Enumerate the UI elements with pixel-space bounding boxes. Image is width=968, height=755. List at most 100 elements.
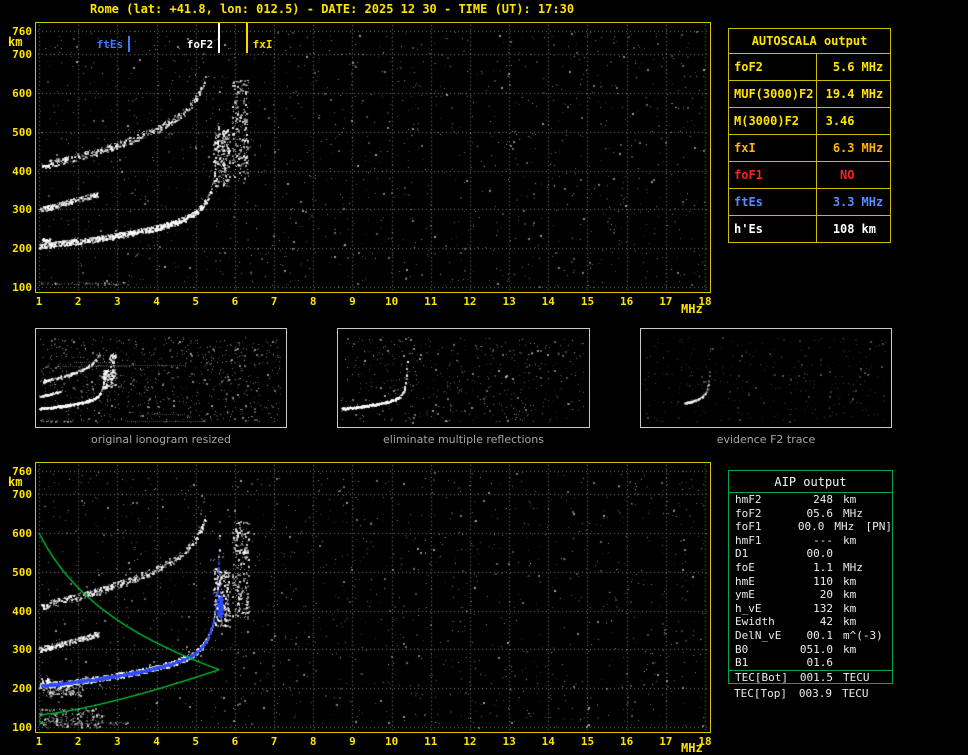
table-row: foF1 NO bbox=[729, 161, 890, 188]
x-axis-tick: 11 bbox=[424, 735, 438, 748]
param-extra bbox=[875, 643, 892, 657]
table-row: ftEs 3.3 MHz bbox=[729, 188, 890, 215]
param-extra bbox=[875, 547, 892, 561]
param-label: hmE bbox=[735, 574, 755, 588]
param-unit: m^(-3) bbox=[843, 628, 883, 642]
x-axis-tick: 10 bbox=[384, 295, 399, 308]
param-value: 132 bbox=[813, 601, 833, 615]
x-axis-tick: 8 bbox=[309, 735, 317, 748]
param-value: 00.0 bbox=[797, 520, 825, 534]
table-row: MUF(3000)F2 19.4 MHz bbox=[729, 80, 890, 107]
table-row: h'Es 108 km bbox=[729, 215, 890, 242]
param-unit: TECU bbox=[843, 670, 870, 684]
param-label: B1 bbox=[735, 656, 749, 670]
param-value: 001.5 bbox=[799, 670, 833, 684]
y-axis-tick: 600 bbox=[12, 527, 32, 541]
x-axis-tick: 5 bbox=[192, 735, 200, 748]
param-extra bbox=[875, 493, 892, 507]
table-row: D1 00.0 bbox=[729, 547, 892, 561]
x-axis-tick: 3 bbox=[114, 295, 121, 308]
x-axis-tick: 7 bbox=[270, 735, 278, 748]
param-value: 051.0 bbox=[799, 642, 833, 656]
param-unit: MHz bbox=[861, 87, 884, 101]
x-axis-tick: 1 bbox=[35, 735, 43, 748]
table-row: hmF2 248 km bbox=[729, 493, 892, 507]
param-extra bbox=[875, 656, 892, 670]
param-value: 108 bbox=[832, 222, 855, 236]
table-row: M(3000)F2 3.46 bbox=[729, 107, 890, 134]
param-extra bbox=[875, 507, 892, 521]
param-label: M(3000)F2 bbox=[729, 108, 817, 134]
param-unit bbox=[833, 547, 875, 561]
aip-table: AIP output hmF2 248 km foF2 05.6 MHz foF1 00.… bbox=[728, 470, 893, 701]
y-axis-tick: 760 bbox=[12, 465, 32, 478]
x-axis-tick: 13 bbox=[502, 735, 516, 748]
param-label: foE bbox=[735, 560, 755, 574]
param-unit: km bbox=[843, 533, 857, 547]
param-extra bbox=[875, 561, 892, 575]
y-axis-tick: 200 bbox=[12, 682, 32, 696]
x-axis-tick: 14 bbox=[541, 735, 555, 748]
ionogram-top-plot bbox=[35, 22, 711, 293]
thumb-caption: eliminate multiple reflections bbox=[383, 433, 544, 446]
param-value: 3.46 bbox=[825, 114, 855, 128]
param-label: h'Es bbox=[729, 216, 817, 242]
table-row: B0 051.0 km bbox=[729, 643, 892, 657]
x-axis-tick: 3 bbox=[114, 735, 121, 748]
param-value: 248 bbox=[813, 493, 833, 506]
table-row: foE 1.1 MHz bbox=[729, 561, 892, 575]
y-axis-tick: 100 bbox=[12, 721, 32, 734]
y-axis-tick: 700 bbox=[12, 48, 32, 62]
param-value: 01.6 bbox=[806, 656, 834, 670]
param-extra: [PN] bbox=[865, 520, 893, 534]
table-row: TEC[Top] 003.9 TECU bbox=[728, 687, 893, 701]
param-value: 003.9 bbox=[798, 687, 832, 701]
ionogram-bottom-plot bbox=[35, 462, 711, 733]
x-axis-tick: 7 bbox=[270, 295, 278, 308]
x-axis-tick: 9 bbox=[349, 735, 356, 748]
x-axis-tick: 11 bbox=[424, 295, 438, 308]
fxI-marker bbox=[245, 23, 248, 53]
ftEs-marker-label: ftEs bbox=[96, 38, 124, 51]
autoscala-table: AUTOSCALA output foF2 5.6 MHz MUF(3000)F2… bbox=[728, 28, 891, 243]
param-label: D1 bbox=[735, 547, 749, 561]
param-unit: MHz bbox=[843, 506, 863, 520]
thumb-caption: evidence F2 trace bbox=[716, 433, 816, 446]
param-unit: km bbox=[843, 574, 857, 588]
x-axis-tick: 2 bbox=[74, 735, 82, 748]
table-row: foF2 5.6 MHz bbox=[729, 53, 890, 80]
ionogram-bottom-canvas bbox=[36, 463, 710, 732]
param-label: hmF2 bbox=[735, 493, 762, 506]
param-extra bbox=[875, 629, 892, 643]
y-axis-tick: 100 bbox=[12, 281, 32, 294]
param-unit: TECU bbox=[842, 687, 869, 701]
table-row: foF1 00.0 MHz [PN] bbox=[729, 520, 892, 534]
thumb-eliminate-multiples-canvas bbox=[338, 329, 589, 427]
param-extra bbox=[875, 602, 892, 616]
x-axis-tick: 16 bbox=[620, 735, 634, 748]
ftEs-marker bbox=[128, 36, 131, 52]
y-axis-tick: 200 bbox=[12, 242, 32, 256]
param-unit: MHz bbox=[861, 195, 884, 209]
foF2-marker-label: foF2 bbox=[186, 38, 214, 51]
thumb-original-canvas bbox=[36, 329, 286, 427]
y-axis-tick: 600 bbox=[12, 87, 32, 101]
param-unit: km bbox=[843, 642, 857, 656]
x-axis-tick: 5 bbox=[192, 295, 200, 308]
param-value: 5.6 bbox=[832, 60, 855, 74]
x-axis-tick: 15 bbox=[580, 735, 595, 748]
x-axis-tick: 4 bbox=[153, 295, 160, 308]
x-axis-tick: 8 bbox=[309, 295, 317, 308]
table-row: hmE 110 km bbox=[729, 575, 892, 589]
thumb-evidence-f2-canvas bbox=[641, 329, 891, 427]
x-axis-tick: 2 bbox=[74, 295, 82, 308]
y-axis-tick: 760 bbox=[12, 25, 32, 38]
param-label: MUF(3000)F2 bbox=[729, 81, 817, 107]
table-row: DelN_vE 00.1 m^(-3) bbox=[729, 629, 892, 643]
param-unit bbox=[833, 656, 875, 670]
param-unit bbox=[855, 108, 887, 134]
param-value: 00.1 bbox=[806, 628, 834, 642]
param-value: 05.6 bbox=[806, 506, 834, 520]
thumb-caption: original ionogram resized bbox=[91, 433, 231, 446]
x-axis-tick: 18 bbox=[698, 295, 712, 308]
